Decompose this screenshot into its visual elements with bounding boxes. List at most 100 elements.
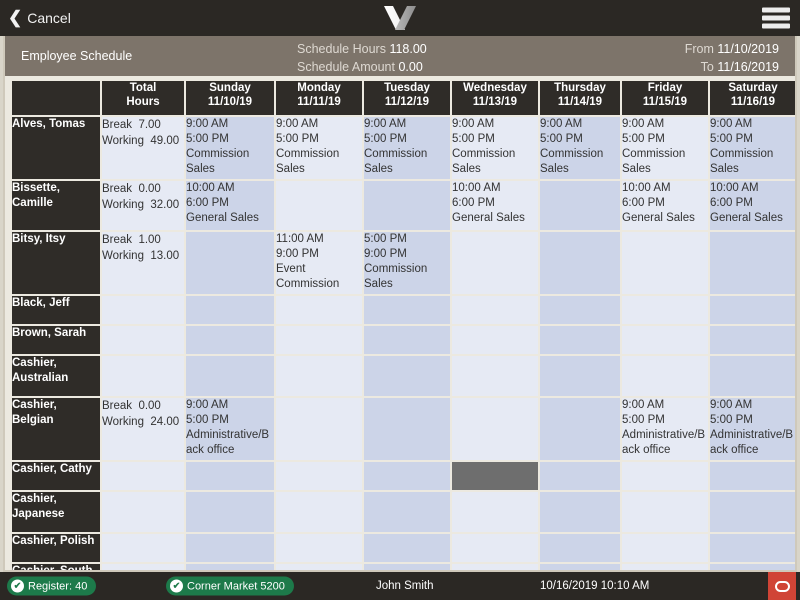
schedule-cell[interactable] [710,462,795,490]
store-status-badge[interactable]: ✔ Corner Market 5200 [166,576,294,596]
total-hours-cell[interactable]: Break 1.00 Working 13.00 [102,232,184,294]
employee-name-cell[interactable]: Cashier, South Afri [12,564,100,570]
employee-name-cell[interactable]: Black, Jeff [12,296,100,324]
schedule-cell[interactable] [186,356,274,396]
schedule-cell[interactable] [710,492,795,532]
schedule-cell[interactable] [540,492,620,532]
schedule-cell[interactable] [622,564,708,570]
schedule-cell[interactable]: 9:00 AM 5:00 PM Commission Sales [276,117,362,179]
total-hours-cell[interactable] [102,296,184,324]
schedule-cell[interactable] [364,181,450,230]
schedule-cell[interactable] [186,326,274,354]
schedule-cell[interactable] [540,398,620,460]
schedule-cell[interactable]: 9:00 AM 5:00 PM Commission Sales [186,117,274,179]
column-header-day-1[interactable]: Monday 11/11/19 [276,81,362,115]
schedule-cell[interactable] [276,462,362,490]
column-header-day-2[interactable]: Tuesday 11/12/19 [364,81,450,115]
schedule-cell[interactable] [710,326,795,354]
schedule-cell[interactable] [364,326,450,354]
total-hours-cell[interactable]: Break 0.00 Working 32.00 [102,181,184,230]
schedule-cell[interactable] [710,232,795,294]
schedule-cell[interactable]: 9:00 AM 5:00 PM Commission Sales [710,117,795,179]
schedule-cell[interactable] [452,232,538,294]
total-hours-cell[interactable] [102,462,184,490]
total-hours-cell[interactable] [102,356,184,396]
schedule-cell[interactable] [364,398,450,460]
schedule-cell[interactable]: 9:00 AM 5:00 PM Administrative/B ack office [186,398,274,460]
total-hours-cell[interactable] [102,492,184,532]
column-header-day-4[interactable]: Thursday 11/14/19 [540,81,620,115]
schedule-cell[interactable] [276,296,362,324]
schedule-cell[interactable]: 9:00 AM 5:00 PM Commission Sales [622,117,708,179]
schedule-cell[interactable] [622,534,708,562]
total-hours-cell[interactable]: Break 0.00 Working 24.00 [102,398,184,460]
schedule-cell[interactable] [186,564,274,570]
schedule-cell[interactable] [710,356,795,396]
schedule-cell[interactable] [276,398,362,460]
schedule-cell[interactable] [540,232,620,294]
schedule-cell[interactable] [540,462,620,490]
schedule-cell[interactable] [452,534,538,562]
employee-name-cell[interactable]: Cashier, Japanese [12,492,100,532]
employee-name-cell[interactable]: Cashier, Belgian [12,398,100,460]
schedule-cell[interactable]: 10:00 AM 6:00 PM General Sales [710,181,795,230]
hamburger-menu-icon[interactable] [762,7,790,29]
schedule-table-container[interactable]: Total Hours Sunday 11/10/19 Monday 11/11/19 Tu… [3,76,797,572]
schedule-cell[interactable] [452,326,538,354]
schedule-cell[interactable] [364,534,450,562]
schedule-cell[interactable] [452,398,538,460]
schedule-cell[interactable] [540,326,620,354]
schedule-cell[interactable] [710,564,795,570]
total-hours-cell[interactable] [102,534,184,562]
register-status-badge[interactable]: ✔ Register: 40 [7,576,97,596]
schedule-cell[interactable] [276,356,362,396]
schedule-cell[interactable]: 11:00 AM 9:00 PM Event Commission [276,232,362,294]
schedule-cell[interactable] [364,462,450,490]
schedule-cell[interactable]: 9:00 AM 5:00 PM Commission Sales [540,117,620,179]
schedule-cell[interactable] [452,492,538,532]
schedule-cell[interactable]: 10:00 AM 6:00 PM General Sales [452,181,538,230]
employee-name-cell[interactable]: Cashier, Polish [12,534,100,562]
employee-name-cell[interactable]: Cashier, Cathy [12,462,100,490]
schedule-cell[interactable] [622,296,708,324]
schedule-cell[interactable]: 9:00 AM 5:00 PM Administrative/B ack office [710,398,795,460]
schedule-cell[interactable] [710,534,795,562]
total-hours-cell[interactable] [102,326,184,354]
schedule-cell[interactable]: 5:00 PM 9:00 PM Commission Sales [364,232,450,294]
schedule-cell[interactable] [452,296,538,324]
schedule-cell[interactable] [186,232,274,294]
schedule-cell[interactable] [540,356,620,396]
schedule-cell[interactable] [622,232,708,294]
column-header-day-0[interactable]: Sunday 11/10/19 [186,81,274,115]
column-header-total-hours[interactable]: Total Hours [102,81,184,115]
employee-name-cell[interactable]: Alves, Tomas [12,117,100,179]
employee-name-cell[interactable]: Bitsy, Itsy [12,232,100,294]
schedule-cell[interactable] [452,356,538,396]
schedule-cell[interactable] [452,564,538,570]
schedule-cell[interactable] [452,462,538,490]
schedule-cell[interactable] [186,534,274,562]
schedule-cell[interactable] [276,326,362,354]
schedule-cell[interactable]: 10:00 AM 6:00 PM General Sales [186,181,274,230]
schedule-cell[interactable] [540,181,620,230]
schedule-cell[interactable] [364,564,450,570]
schedule-cell[interactable] [276,564,362,570]
schedule-cell[interactable] [186,492,274,532]
schedule-cell[interactable] [364,356,450,396]
schedule-cell[interactable]: 9:00 AM 5:00 PM Commission Sales [364,117,450,179]
schedule-cell[interactable] [540,564,620,570]
schedule-cell[interactable]: 10:00 AM 6:00 PM General Sales [622,181,708,230]
schedule-cell[interactable] [710,296,795,324]
schedule-cell[interactable] [276,534,362,562]
schedule-cell[interactable] [276,181,362,230]
employee-name-cell[interactable]: Bissette, Camille [12,181,100,230]
schedule-cell[interactable] [622,492,708,532]
schedule-cell[interactable] [622,462,708,490]
schedule-cell[interactable] [364,296,450,324]
column-header-day-6[interactable]: Saturday 11/16/19 [710,81,795,115]
schedule-cell[interactable]: 9:00 AM 5:00 PM Commission Sales [452,117,538,179]
schedule-cell[interactable] [186,462,274,490]
schedule-cell[interactable] [364,492,450,532]
schedule-cell[interactable] [186,296,274,324]
schedule-cell[interactable]: 9:00 AM 5:00 PM Administrative/B ack office [622,398,708,460]
